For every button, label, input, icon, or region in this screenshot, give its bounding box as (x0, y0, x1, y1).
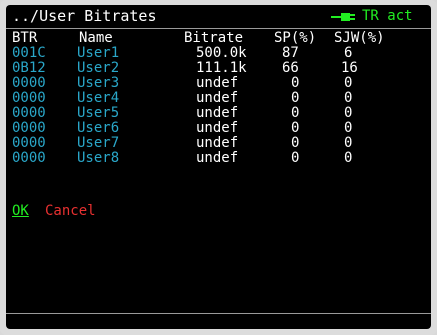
bitrate-value: 111.1k (196, 60, 247, 76)
sjw-value: 0 (344, 105, 353, 121)
page-title: ../User Bitrates (12, 7, 157, 25)
table-row[interactable]: 0000 User8 undef 0 0 (6, 151, 431, 166)
plug-icon (331, 13, 355, 21)
title-divider (6, 28, 431, 29)
btr-value: 0000 (12, 150, 46, 166)
sp-value: 66 (282, 60, 299, 76)
sjw-value: 6 (344, 45, 353, 61)
bitrate-value: undef (196, 135, 239, 151)
sp-value: 0 (291, 90, 300, 106)
sjw-value: 0 (344, 120, 353, 136)
user-name: User7 (77, 135, 120, 151)
cancel-button[interactable]: Cancel (45, 203, 96, 219)
bitrate-value: undef (196, 90, 239, 106)
header-btr: BTR (12, 30, 38, 46)
btr-value: 0B12 (12, 60, 46, 76)
btr-value: 0000 (12, 135, 46, 151)
sp-value: 0 (291, 150, 300, 166)
tr-status-label: TR act (362, 8, 413, 24)
sjw-value: 16 (341, 60, 358, 76)
user-name: User4 (77, 90, 120, 106)
sjw-value: 0 (344, 150, 353, 166)
table-row[interactable]: 0000 User3 undef 0 0 (6, 76, 431, 91)
sjw-value: 0 (344, 90, 353, 106)
btr-value: 0000 (12, 75, 46, 91)
user-name: User2 (77, 60, 120, 76)
table-row[interactable]: 0B12 User2 111.1k 66 16 (6, 61, 431, 76)
table-row[interactable]: 0000 User5 undef 0 0 (6, 106, 431, 121)
bitrate-value: undef (196, 105, 239, 121)
btr-value: 0000 (12, 90, 46, 106)
sjw-value: 0 (344, 135, 353, 151)
table-row[interactable]: 0000 User7 undef 0 0 (6, 136, 431, 151)
sp-value: 87 (282, 45, 299, 61)
ok-button[interactable]: OK (12, 203, 29, 219)
sp-value: 0 (291, 120, 300, 136)
table-row[interactable]: 0000 User6 undef 0 0 (6, 121, 431, 136)
screen: ../User Bitrates TR act BTR Name Bitrate… (6, 5, 431, 329)
sp-value: 0 (291, 135, 300, 151)
bottom-divider (6, 313, 431, 314)
bitrate-value: undef (196, 150, 239, 166)
table-header: BTR Name Bitrate SP(%) SJW(%) (6, 31, 431, 46)
bitrate-value: undef (196, 120, 239, 136)
bitrate-value: undef (196, 75, 239, 91)
user-name: User3 (77, 75, 120, 91)
btr-value: 0000 (12, 105, 46, 121)
btr-value: 001C (12, 45, 46, 61)
sp-value: 0 (291, 75, 300, 91)
user-name: User8 (77, 150, 120, 166)
table-row[interactable]: 001C User1 500.0k 87 6 (6, 46, 431, 61)
device-frame: ../User Bitrates TR act BTR Name Bitrate… (0, 0, 437, 335)
header-name: Name (79, 30, 113, 46)
user-name: User6 (77, 120, 120, 136)
header-sjw: SJW(%) (334, 30, 385, 46)
bitrate-value: 500.0k (196, 45, 247, 61)
user-name: User5 (77, 105, 120, 121)
table-row[interactable]: 0000 User4 undef 0 0 (6, 91, 431, 106)
header-bitrate: Bitrate (184, 30, 244, 46)
btr-value: 0000 (12, 120, 46, 136)
sp-value: 0 (291, 105, 300, 121)
user-name: User1 (77, 45, 120, 61)
header-sp: SP(%) (274, 30, 317, 46)
sjw-value: 0 (344, 75, 353, 91)
title-bar: ../User Bitrates TR act (6, 5, 431, 27)
